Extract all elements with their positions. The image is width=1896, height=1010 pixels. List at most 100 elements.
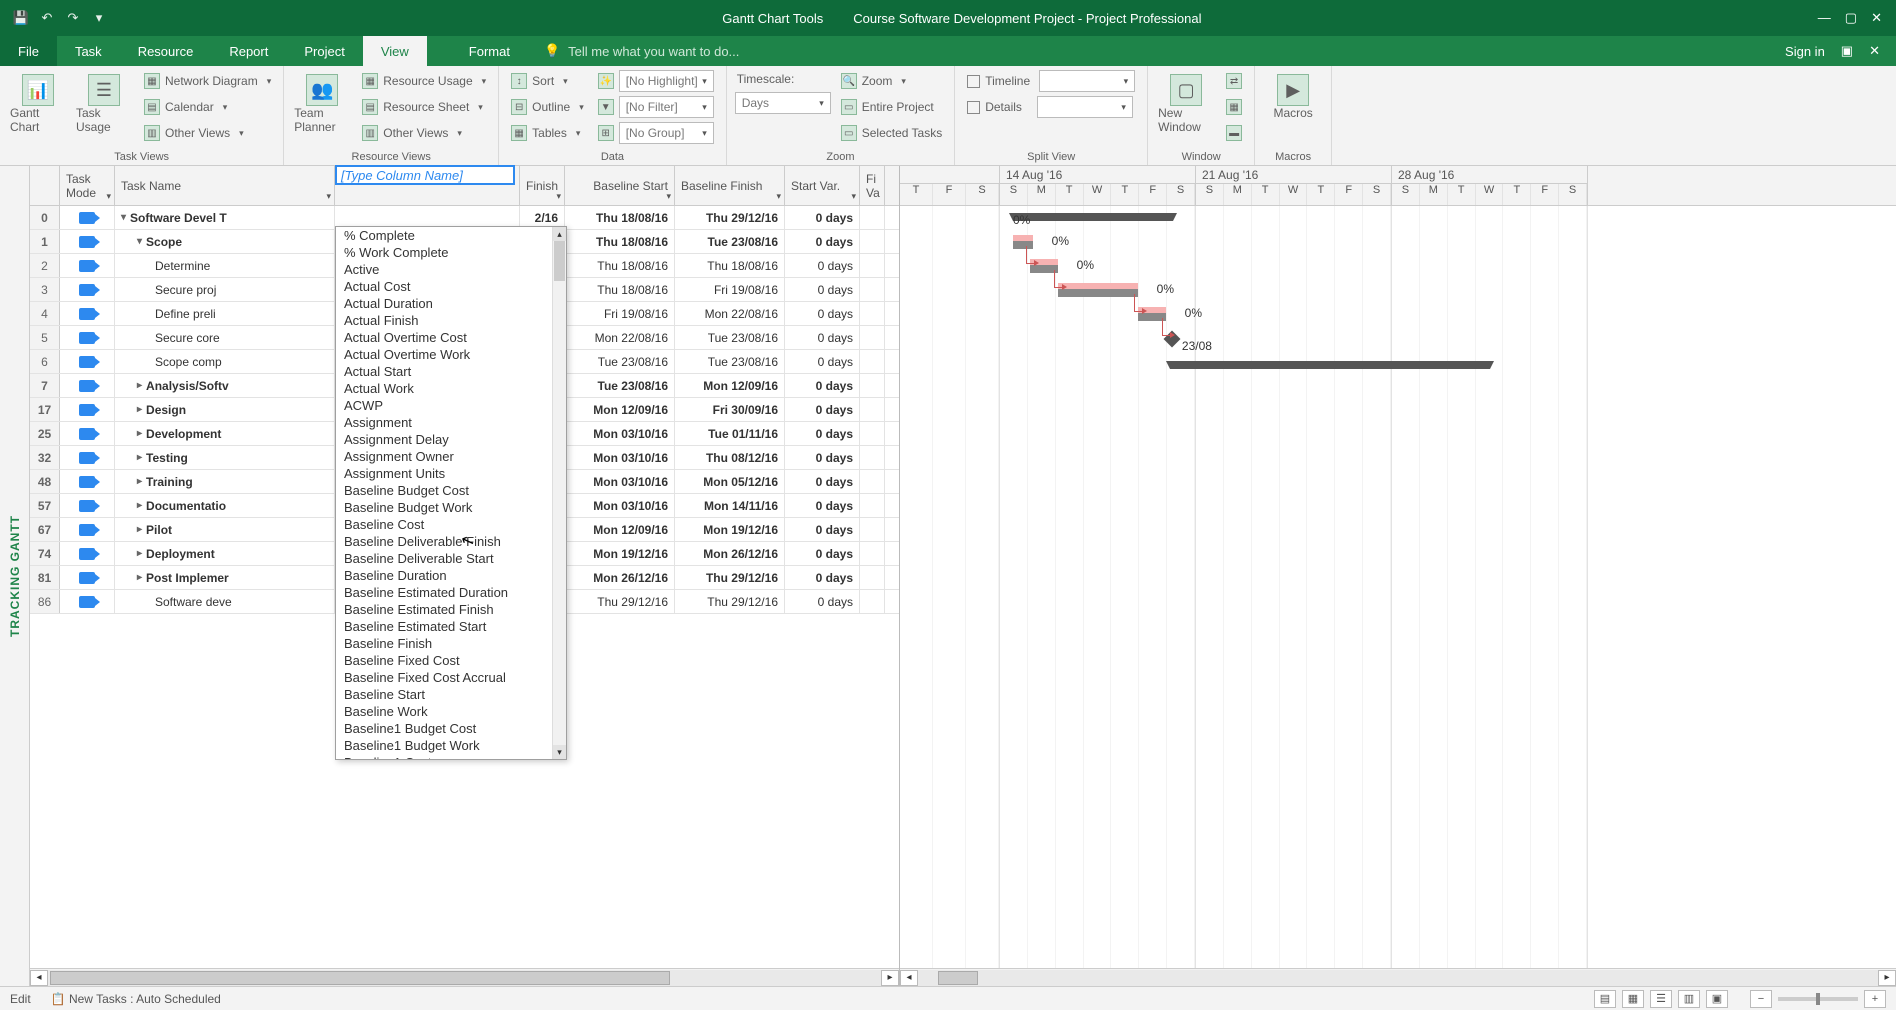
task-usage-button[interactable]: ☰ Task Usage (74, 70, 134, 138)
tab-task[interactable]: Task (57, 36, 120, 66)
baseline-finish-cell[interactable]: Tue 01/11/16 (675, 422, 785, 445)
dropdown-item[interactable]: Actual Start (336, 363, 566, 380)
scroll-down-icon[interactable]: ▾ (553, 745, 566, 759)
col-task-name[interactable]: Task Name▾ (115, 166, 335, 205)
task-name-cell[interactable]: Define preli (115, 302, 335, 325)
outline-button[interactable]: ⊟Outline▾ (507, 96, 588, 118)
task-mode-cell[interactable] (60, 254, 115, 277)
baseline-start-cell[interactable]: Mon 26/12/16 (565, 566, 675, 589)
finish-var-cell[interactable] (860, 374, 885, 397)
finish-var-cell[interactable] (860, 518, 885, 541)
task-mode-cell[interactable] (60, 302, 115, 325)
view-report-icon[interactable]: ▣ (1706, 990, 1728, 1008)
scroll-left-icon[interactable]: ◂ (30, 970, 48, 986)
task-name-cell[interactable]: ▾Software Devel T (115, 206, 335, 229)
task-bar[interactable]: 0% (1058, 287, 1138, 297)
expand-icon[interactable]: ▸ (137, 452, 142, 463)
dropdown-item[interactable]: Baseline Fixed Cost Accrual (336, 669, 566, 686)
baseline-finish-cell[interactable]: Mon 12/09/16 (675, 374, 785, 397)
start-var-cell[interactable]: 0 days (785, 470, 860, 493)
view-resource-sheet-icon[interactable]: ▥ (1678, 990, 1700, 1008)
baseline-start-cell[interactable]: Thu 18/08/16 (565, 254, 675, 277)
task-name-cell[interactable]: ▸Analysis/Softv (115, 374, 335, 397)
tab-format[interactable]: Format (451, 36, 528, 66)
ribbon-options-icon[interactable]: ▣ (1841, 43, 1853, 59)
finish-var-cell[interactable] (860, 590, 885, 613)
baseline-finish-cell[interactable]: Mon 22/08/16 (675, 302, 785, 325)
tables-button[interactable]: ▦Tables▾ (507, 122, 588, 144)
expand-icon[interactable]: ▸ (137, 572, 142, 583)
dropdown-item[interactable]: Baseline Estimated Duration (336, 584, 566, 601)
timeline-check[interactable]: Timeline▾ (963, 70, 1139, 92)
dropdown-item[interactable]: Baseline Start (336, 686, 566, 703)
scroll-right-icon[interactable]: ▸ (1878, 970, 1896, 986)
finish-var-cell[interactable] (860, 470, 885, 493)
task-name-cell[interactable]: ▸Training (115, 470, 335, 493)
hide-button[interactable]: ▬ (1222, 122, 1246, 144)
sign-in-link[interactable]: Sign in (1785, 44, 1825, 59)
resource-other-button[interactable]: ▥Other Views▾ (358, 122, 490, 144)
task-mode-cell[interactable] (60, 590, 115, 613)
dropdown-item[interactable]: Baseline Budget Work (336, 499, 566, 516)
timeline-checkbox[interactable] (967, 75, 980, 88)
start-var-cell[interactable]: 0 days (785, 446, 860, 469)
baseline-finish-cell[interactable]: Tue 23/08/16 (675, 230, 785, 253)
minimize-icon[interactable]: — (1818, 10, 1831, 26)
finish-var-cell[interactable] (860, 326, 885, 349)
expand-icon[interactable]: ▸ (137, 404, 142, 415)
baseline-start-cell[interactable]: Mon 03/10/16 (565, 470, 675, 493)
dropdown-item[interactable]: Baseline1 Budget Work (336, 737, 566, 754)
baseline-start-cell[interactable]: Fri 19/08/16 (565, 302, 675, 325)
baseline-finish-cell[interactable]: Thu 29/12/16 (675, 566, 785, 589)
gantt-chart-button[interactable]: 📊 Gantt Chart (8, 70, 68, 138)
task-name-cell[interactable]: ▸Development (115, 422, 335, 445)
column-dropdown[interactable]: % Complete% Work CompleteActiveActual Co… (335, 226, 567, 760)
summary-bar[interactable]: 0% (1013, 213, 1173, 221)
close-icon[interactable]: ✕ (1871, 10, 1882, 26)
baseline-finish-cell[interactable]: Fri 30/09/16 (675, 398, 785, 421)
dropdown-item[interactable]: Baseline1 Cost (336, 754, 566, 759)
tab-file[interactable]: File (0, 36, 57, 66)
baseline-finish-cell[interactable]: Fri 19/08/16 (675, 278, 785, 301)
start-var-cell[interactable]: 0 days (785, 350, 860, 373)
dropdown-item[interactable]: % Complete (336, 227, 566, 244)
timescale-combo[interactable]: Days▾ (735, 92, 831, 114)
dropdown-item[interactable]: Actual Finish (336, 312, 566, 329)
tab-view[interactable]: View (363, 36, 427, 66)
col-finish[interactable]: Finish▾ (520, 166, 565, 205)
scroll-up-icon[interactable]: ▴ (553, 227, 566, 241)
sheet-hscroll[interactable]: ◂ ▸ (30, 968, 899, 986)
task-mode-cell[interactable] (60, 422, 115, 445)
baseline-finish-cell[interactable]: Tue 23/08/16 (675, 326, 785, 349)
gantt-chart-area[interactable]: 0% 0% 0% 0% 0% 23/08 (900, 206, 1896, 968)
dropdown-item[interactable]: Assignment Units (336, 465, 566, 482)
baseline-finish-cell[interactable]: Mon 14/11/16 (675, 494, 785, 517)
baseline-start-cell[interactable]: Tue 23/08/16 (565, 374, 675, 397)
start-var-cell[interactable]: 0 days (785, 230, 860, 253)
task-name-cell[interactable]: ▸Testing (115, 446, 335, 469)
tell-me-search[interactable]: 💡 Tell me what you want to do... (528, 36, 1769, 66)
baseline-start-cell[interactable]: Thu 18/08/16 (565, 206, 675, 229)
baseline-start-cell[interactable]: Mon 22/08/16 (565, 326, 675, 349)
baseline-finish-cell[interactable]: Thu 29/12/16 (675, 206, 785, 229)
dropdown-item[interactable]: Baseline Cost (336, 516, 566, 533)
scroll-right-icon[interactable]: ▸ (881, 970, 899, 986)
task-mode-cell[interactable] (60, 566, 115, 589)
task-name-cell[interactable]: ▸Deployment (115, 542, 335, 565)
start-var-cell[interactable]: 0 days (785, 494, 860, 517)
baseline-start-cell[interactable]: Mon 12/09/16 (565, 398, 675, 421)
dropdown-item[interactable]: Baseline Finish (336, 635, 566, 652)
expand-icon[interactable]: ▸ (137, 380, 142, 391)
baseline-start-cell[interactable]: Thu 18/08/16 (565, 230, 675, 253)
dropdown-item[interactable]: Baseline Deliverable Finish (336, 533, 566, 550)
highlight-filter-row[interactable]: ✨[No Highlight]▾ (594, 70, 718, 92)
dropdown-item[interactable]: Baseline Budget Cost (336, 482, 566, 499)
view-team-planner-icon[interactable]: ☰ (1650, 990, 1672, 1008)
start-var-cell[interactable]: 0 days (785, 398, 860, 421)
baseline-finish-cell[interactable]: Thu 29/12/16 (675, 590, 785, 613)
zoom-in-icon[interactable]: + (1864, 990, 1886, 1008)
tab-project[interactable]: Project (286, 36, 362, 66)
start-var-cell[interactable]: 0 days (785, 542, 860, 565)
task-mode-cell[interactable] (60, 206, 115, 229)
dropdown-item[interactable]: Actual Duration (336, 295, 566, 312)
